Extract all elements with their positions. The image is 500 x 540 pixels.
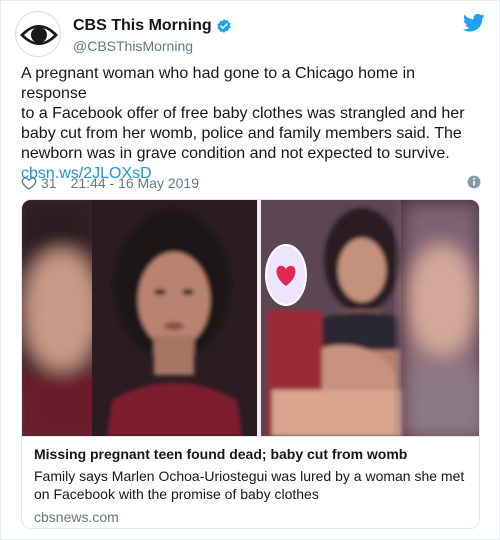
- link-card[interactable]: Missing pregnant teen found dead; baby c…: [21, 199, 480, 529]
- display-name-text[interactable]: CBS This Morning: [73, 17, 212, 35]
- tweet-meta: 31 21:44 - 16 May 2019: [21, 173, 481, 193]
- avatar[interactable]: [15, 11, 61, 57]
- tweet-card: CBS This Morning @CBSThisMorning A pregn…: [0, 0, 500, 540]
- verified-badge-icon: [217, 19, 231, 33]
- card-image[interactable]: [22, 200, 479, 436]
- card-description-line: Family says Marlen Ochoa-Uriostegui was …: [34, 468, 465, 484]
- tweet-text: A pregnant woman who had gone to a Chica…: [21, 64, 481, 184]
- card-description-line: on Facebook with the promise of baby clo…: [34, 486, 319, 502]
- card-title[interactable]: Missing pregnant teen found dead; baby c…: [34, 445, 469, 463]
- heart-sticker: [265, 244, 307, 306]
- like-count[interactable]: 31: [41, 175, 57, 191]
- tweet-text-line: A pregnant woman who had gone to a Chica…: [21, 65, 416, 102]
- tweet-header: CBS This Morning @CBSThisMorning: [15, 11, 485, 59]
- card-body[interactable]: Missing pregnant teen found dead; baby c…: [22, 436, 479, 528]
- heart-icon[interactable]: [21, 175, 37, 191]
- info-icon[interactable]: [467, 175, 481, 189]
- cbs-eye-logo: [17, 13, 60, 56]
- tweet-timestamp[interactable]: 21:44 - 16 May 2019: [71, 175, 199, 191]
- tweet-text-line: baby cut from her womb, police and famil…: [21, 125, 462, 142]
- twitter-bird-icon[interactable]: [463, 13, 485, 33]
- account-handle[interactable]: @CBSThisMorning: [73, 38, 232, 54]
- display-name[interactable]: CBS This Morning: [73, 17, 232, 35]
- card-description: Family says Marlen Ochoa-Uriostegui was …: [34, 467, 469, 503]
- account-names: CBS This Morning @CBSThisMorning: [73, 17, 232, 54]
- card-domain[interactable]: cbsnews.com: [34, 509, 469, 525]
- card-photo: [22, 200, 479, 436]
- tweet-text-line: to a Facebook offer of free baby clothes…: [21, 105, 465, 122]
- tweet-text-line: newborn was in grave condition and not e…: [21, 145, 450, 162]
